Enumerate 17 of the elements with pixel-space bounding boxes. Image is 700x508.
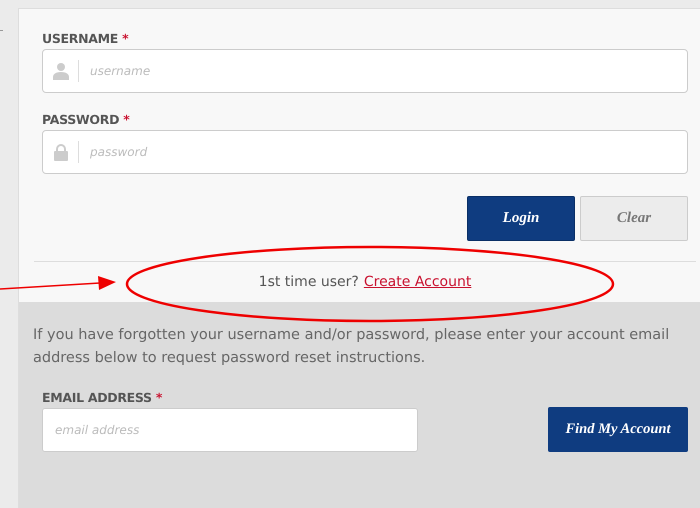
create-account-link[interactable]: Create Account (364, 274, 472, 290)
username-field[interactable]: username (42, 49, 688, 93)
instructions-text: If you have forgotten your username and/or password, please enter your account email address below to request password reset instructions. (33, 326, 670, 368)
field-label: PASSWORD (42, 112, 120, 127)
field-label: USERNAME (42, 31, 118, 46)
clear-button[interactable]: Clear (580, 196, 688, 241)
required-mark: * (156, 390, 162, 405)
password-field[interactable]: password (42, 130, 688, 174)
login-button[interactable]: Login (467, 196, 575, 241)
email-field[interactable]: email address (42, 408, 418, 452)
required-mark: * (123, 112, 130, 127)
required-mark: * (122, 31, 128, 46)
lock-icon (52, 143, 70, 161)
user-icon (52, 62, 70, 80)
field-label: EMAIL ADDRESS (42, 390, 152, 405)
find-account-button[interactable]: Find My Account (548, 407, 688, 452)
signup-prompt: 1st time user? (258, 274, 359, 290)
